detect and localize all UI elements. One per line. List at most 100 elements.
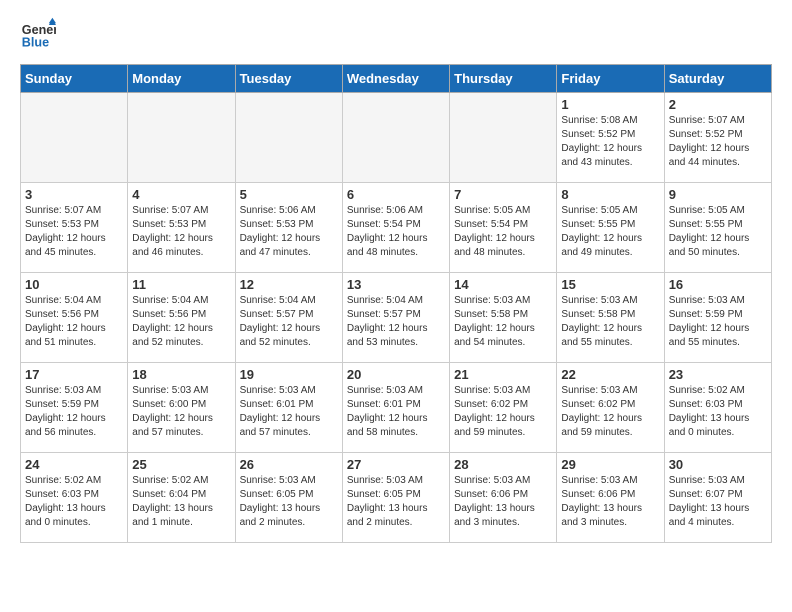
day-number: 14 xyxy=(454,277,552,292)
calendar-cell: 19 Sunrise: 5:03 AM Sunset: 6:01 PM Dayli… xyxy=(235,363,342,453)
day-number: 10 xyxy=(25,277,123,292)
day-header-saturday: Saturday xyxy=(664,65,771,93)
day-number: 6 xyxy=(347,187,445,202)
day-header-wednesday: Wednesday xyxy=(342,65,449,93)
calendar-cell: 17 Sunrise: 5:03 AM Sunset: 5:59 PM Dayli… xyxy=(21,363,128,453)
day-info: Sunrise: 5:03 AM Sunset: 6:05 PM Dayligh… xyxy=(240,474,338,530)
day-header-tuesday: Tuesday xyxy=(235,65,342,93)
day-info: Sunrise: 5:04 AM Sunset: 5:57 PM Dayligh… xyxy=(347,294,445,350)
day-number: 13 xyxy=(347,277,445,292)
day-info: Sunrise: 5:02 AM Sunset: 6:03 PM Dayligh… xyxy=(25,474,123,530)
day-number: 5 xyxy=(240,187,338,202)
logo: General Blue xyxy=(20,16,60,52)
calendar-cell: 22 Sunrise: 5:03 AM Sunset: 6:02 PM Dayli… xyxy=(557,363,664,453)
calendar-cell: 18 Sunrise: 5:03 AM Sunset: 6:00 PM Dayli… xyxy=(128,363,235,453)
calendar-cell xyxy=(342,93,449,183)
day-info: Sunrise: 5:04 AM Sunset: 5:56 PM Dayligh… xyxy=(25,294,123,350)
day-info: Sunrise: 5:03 AM Sunset: 5:58 PM Dayligh… xyxy=(561,294,659,350)
calendar-cell: 3 Sunrise: 5:07 AM Sunset: 5:53 PM Daylig… xyxy=(21,183,128,273)
day-number: 19 xyxy=(240,367,338,382)
day-number: 16 xyxy=(669,277,767,292)
calendar-cell: 26 Sunrise: 5:03 AM Sunset: 6:05 PM Dayli… xyxy=(235,453,342,543)
day-info: Sunrise: 5:06 AM Sunset: 5:54 PM Dayligh… xyxy=(347,204,445,260)
day-info: Sunrise: 5:06 AM Sunset: 5:53 PM Dayligh… xyxy=(240,204,338,260)
day-info: Sunrise: 5:05 AM Sunset: 5:55 PM Dayligh… xyxy=(561,204,659,260)
day-number: 22 xyxy=(561,367,659,382)
day-info: Sunrise: 5:03 AM Sunset: 6:02 PM Dayligh… xyxy=(454,384,552,440)
day-header-thursday: Thursday xyxy=(450,65,557,93)
calendar-cell: 21 Sunrise: 5:03 AM Sunset: 6:02 PM Dayli… xyxy=(450,363,557,453)
day-number: 3 xyxy=(25,187,123,202)
day-info: Sunrise: 5:03 AM Sunset: 6:05 PM Dayligh… xyxy=(347,474,445,530)
day-info: Sunrise: 5:03 AM Sunset: 6:07 PM Dayligh… xyxy=(669,474,767,530)
day-number: 20 xyxy=(347,367,445,382)
day-number: 29 xyxy=(561,457,659,472)
day-info: Sunrise: 5:03 AM Sunset: 5:59 PM Dayligh… xyxy=(25,384,123,440)
day-header-friday: Friday xyxy=(557,65,664,93)
day-number: 4 xyxy=(132,187,230,202)
calendar-cell: 4 Sunrise: 5:07 AM Sunset: 5:53 PM Daylig… xyxy=(128,183,235,273)
header: General Blue xyxy=(20,16,772,52)
logo-icon: General Blue xyxy=(20,16,56,52)
calendar-cell: 30 Sunrise: 5:03 AM Sunset: 6:07 PM Dayli… xyxy=(664,453,771,543)
calendar-cell: 14 Sunrise: 5:03 AM Sunset: 5:58 PM Dayli… xyxy=(450,273,557,363)
calendar-cell: 6 Sunrise: 5:06 AM Sunset: 5:54 PM Daylig… xyxy=(342,183,449,273)
day-number: 9 xyxy=(669,187,767,202)
day-header-monday: Monday xyxy=(128,65,235,93)
day-info: Sunrise: 5:07 AM Sunset: 5:53 PM Dayligh… xyxy=(132,204,230,260)
calendar-cell: 2 Sunrise: 5:07 AM Sunset: 5:52 PM Daylig… xyxy=(664,93,771,183)
day-number: 7 xyxy=(454,187,552,202)
day-number: 8 xyxy=(561,187,659,202)
calendar-cell: 13 Sunrise: 5:04 AM Sunset: 5:57 PM Dayli… xyxy=(342,273,449,363)
calendar-cell: 12Sunrise: 5:04 AM Sunset: 5:57 PM Dayli… xyxy=(235,273,342,363)
day-number: 28 xyxy=(454,457,552,472)
calendar-cell: 27 Sunrise: 5:03 AM Sunset: 6:05 PM Dayli… xyxy=(342,453,449,543)
calendar-cell: 29 Sunrise: 5:03 AM Sunset: 6:06 PM Dayli… xyxy=(557,453,664,543)
day-header-sunday: Sunday xyxy=(21,65,128,93)
day-number: 2 xyxy=(669,97,767,112)
calendar-cell: 5 Sunrise: 5:06 AM Sunset: 5:53 PM Daylig… xyxy=(235,183,342,273)
calendar-cell: 20Sunrise: 5:03 AM Sunset: 6:01 PM Dayli… xyxy=(342,363,449,453)
day-number: 15 xyxy=(561,277,659,292)
page-container: General Blue SundayMondayTuesdayWednesda… xyxy=(0,0,792,559)
calendar-cell: 9 Sunrise: 5:05 AM Sunset: 5:55 PM Daylig… xyxy=(664,183,771,273)
calendar-cell xyxy=(235,93,342,183)
calendar-cell: 25Sunrise: 5:02 AM Sunset: 6:04 PM Dayli… xyxy=(128,453,235,543)
day-number: 26 xyxy=(240,457,338,472)
svg-text:Blue: Blue xyxy=(22,36,49,50)
day-info: Sunrise: 5:03 AM Sunset: 6:06 PM Dayligh… xyxy=(561,474,659,530)
day-info: Sunrise: 5:03 AM Sunset: 6:01 PM Dayligh… xyxy=(240,384,338,440)
day-number: 21 xyxy=(454,367,552,382)
calendar-cell: 10 Sunrise: 5:04 AM Sunset: 5:56 PM Dayli… xyxy=(21,273,128,363)
day-number: 17 xyxy=(25,367,123,382)
day-number: 27 xyxy=(347,457,445,472)
day-info: Sunrise: 5:07 AM Sunset: 5:52 PM Dayligh… xyxy=(669,114,767,170)
day-info: Sunrise: 5:08 AM Sunset: 5:52 PM Dayligh… xyxy=(561,114,659,170)
day-number: 1 xyxy=(561,97,659,112)
day-number: 24 xyxy=(25,457,123,472)
day-info: Sunrise: 5:02 AM Sunset: 6:04 PM Dayligh… xyxy=(132,474,230,530)
calendar-cell: 8 Sunrise: 5:05 AM Sunset: 5:55 PM Daylig… xyxy=(557,183,664,273)
calendar-cell: 28 Sunrise: 5:03 AM Sunset: 6:06 PM Dayli… xyxy=(450,453,557,543)
calendar-cell xyxy=(21,93,128,183)
day-number: 30 xyxy=(669,457,767,472)
calendar-cell: 1 Sunrise: 5:08 AM Sunset: 5:52 PM Daylig… xyxy=(557,93,664,183)
day-info: Sunrise: 5:03 AM Sunset: 6:00 PM Dayligh… xyxy=(132,384,230,440)
calendar-cell xyxy=(128,93,235,183)
day-number: 18 xyxy=(132,367,230,382)
day-info: Sunrise: 5:03 AM Sunset: 5:58 PM Dayligh… xyxy=(454,294,552,350)
calendar-cell: 16Sunrise: 5:03 AM Sunset: 5:59 PM Dayli… xyxy=(664,273,771,363)
day-info: Sunrise: 5:03 AM Sunset: 6:02 PM Dayligh… xyxy=(561,384,659,440)
calendar-cell xyxy=(450,93,557,183)
day-number: 23 xyxy=(669,367,767,382)
day-info: Sunrise: 5:02 AM Sunset: 6:03 PM Dayligh… xyxy=(669,384,767,440)
day-info: Sunrise: 5:05 AM Sunset: 5:55 PM Dayligh… xyxy=(669,204,767,260)
calendar-table: SundayMondayTuesdayWednesdayThursdayFrid… xyxy=(20,64,772,543)
day-info: Sunrise: 5:05 AM Sunset: 5:54 PM Dayligh… xyxy=(454,204,552,260)
day-number: 12 xyxy=(240,277,338,292)
calendar-cell: 11Sunrise: 5:04 AM Sunset: 5:56 PM Dayli… xyxy=(128,273,235,363)
day-info: Sunrise: 5:03 AM Sunset: 6:06 PM Dayligh… xyxy=(454,474,552,530)
day-info: Sunrise: 5:07 AM Sunset: 5:53 PM Dayligh… xyxy=(25,204,123,260)
calendar-cell: 24 Sunrise: 5:02 AM Sunset: 6:03 PM Dayli… xyxy=(21,453,128,543)
calendar-cell: 7 Sunrise: 5:05 AM Sunset: 5:54 PM Daylig… xyxy=(450,183,557,273)
